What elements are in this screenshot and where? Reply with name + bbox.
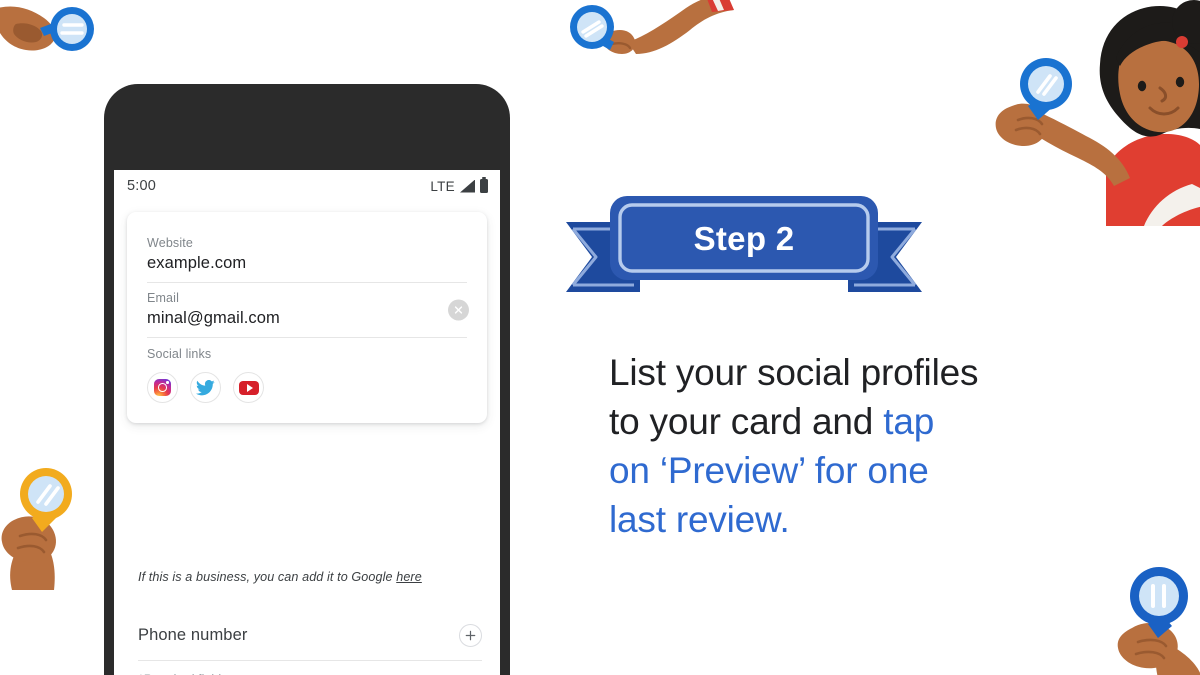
status-bar-time: 5:00 <box>127 178 157 194</box>
arm-magnifier-blue-top-center <box>566 0 734 58</box>
clear-circle-icon[interactable] <box>448 299 469 321</box>
status-bar: 5:00 LTE <box>114 170 500 202</box>
step-ribbon-banner: Step 2 <box>562 186 926 304</box>
social-links-row <box>147 372 467 403</box>
hand-magnifier-blue-bottom-right <box>1114 556 1200 675</box>
website-field[interactable]: Website example.com <box>147 228 467 283</box>
phone-number-field[interactable]: Phone number <box>138 624 482 661</box>
headline-line-3-accent: on ‘Preview’ for one <box>609 450 929 491</box>
hand-magnifier-yellow-left <box>0 462 94 590</box>
phone-number-label: Phone number <box>138 626 248 644</box>
instagram-icon[interactable] <box>147 372 178 403</box>
below-card-section: If this is a business, you can add it to… <box>138 570 482 675</box>
headline-line-2-plain: to your card and <box>609 401 884 442</box>
headline-line-4-accent: last review. <box>609 499 790 540</box>
contact-details-card: Website example.com Email minal@gmail.co… <box>127 212 487 423</box>
headline-text: List your social profiles to your card a… <box>609 348 1049 544</box>
headline-line-1: List your social profiles <box>609 352 979 393</box>
hand-magnifier-blue-top-left <box>0 2 104 64</box>
battery-full-icon <box>480 176 488 193</box>
plus-circle-icon[interactable] <box>459 624 482 647</box>
social-links-section: Social links <box>147 338 467 403</box>
email-field-value: minal@gmail.com <box>147 309 280 327</box>
business-note-link[interactable]: here <box>396 570 422 584</box>
phone-mockup: 5:00 LTE Website example.com Email minal… <box>104 84 510 675</box>
business-note-text: If this is a business, you can add it to… <box>138 570 397 584</box>
ribbon-label: Step 2 <box>693 220 795 257</box>
social-links-label: Social links <box>147 347 212 361</box>
website-field-value: example.com <box>147 254 247 272</box>
business-note: If this is a business, you can add it to… <box>138 570 482 584</box>
youtube-icon[interactable] <box>233 372 264 403</box>
status-bar-icons: LTE <box>430 176 488 194</box>
slide-canvas: 5:00 LTE Website example.com Email minal… <box>0 0 1200 675</box>
phone-screen: 5:00 LTE Website example.com Email minal… <box>114 170 500 675</box>
email-field[interactable]: Email minal@gmail.com <box>147 283 469 338</box>
website-field-label: Website <box>147 236 193 250</box>
status-bar-network-label: LTE <box>430 178 455 194</box>
email-field-label: Email <box>147 291 180 305</box>
signal-bars-icon <box>460 179 475 193</box>
headline-line-2-accent: tap <box>883 401 935 442</box>
girl-with-magnifier-top-right <box>994 0 1200 226</box>
twitter-icon[interactable] <box>190 372 221 403</box>
